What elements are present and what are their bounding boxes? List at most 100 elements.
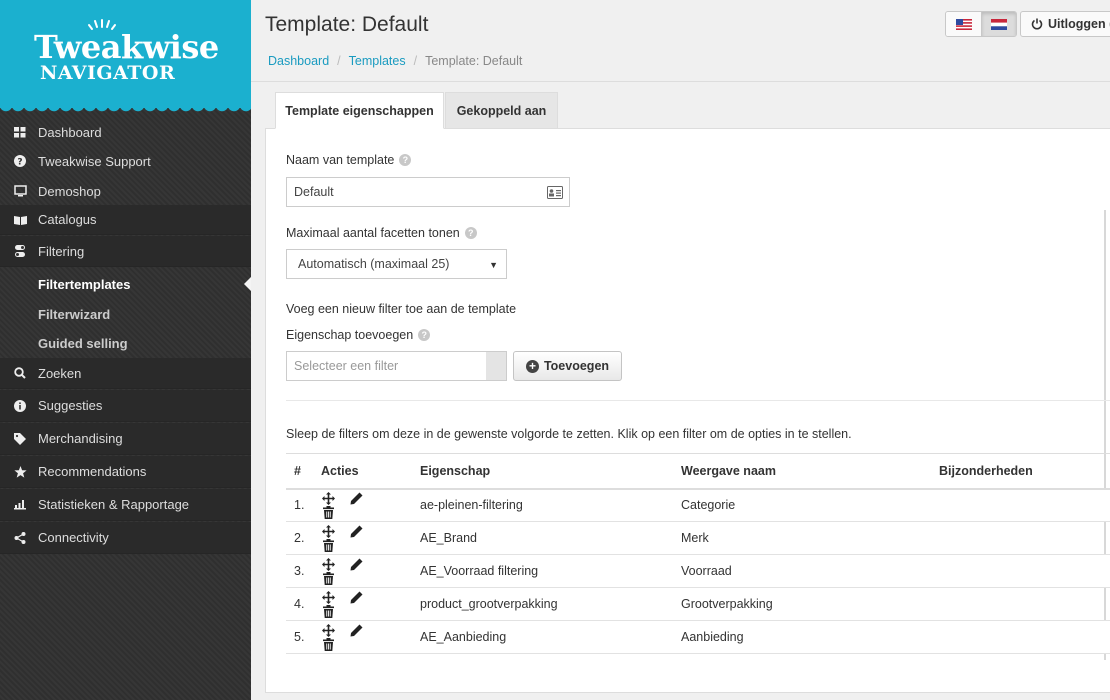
sidebar-item-filterwizard[interactable]: Filterwizard — [0, 300, 251, 328]
edit-pencil-icon[interactable] — [349, 492, 363, 505]
plus-circle-icon: + — [525, 359, 539, 373]
sidebar-item-label: Filtering — [38, 243, 85, 259]
sidebar-item-statistieken[interactable]: Statistieken & Rapportage — [0, 489, 251, 521]
label-text: Eigenschap toevoegen — [286, 328, 414, 342]
row-notes — [931, 488, 1110, 522]
sidebar-item-recommendations[interactable]: Recommendations — [0, 456, 251, 488]
row-number: 5. — [286, 620, 313, 654]
filter-toggle-icon — [11, 244, 29, 258]
trash-icon[interactable] — [321, 506, 335, 520]
label-text: Naam van template — [286, 153, 395, 167]
language-en-button[interactable] — [946, 12, 981, 36]
move-icon[interactable] — [321, 558, 335, 571]
add-filter-intro: Voeg een nieuw filter toe aan de templat… — [286, 302, 516, 316]
row-display-name: Voorraad — [673, 554, 931, 588]
edit-pencil-icon[interactable] — [349, 525, 363, 538]
template-name-input[interactable]: Default — [286, 177, 570, 207]
logo[interactable]: Tweakwise NAVIGATOR — [0, 0, 251, 114]
row-notes — [931, 587, 1110, 621]
move-icon[interactable] — [321, 492, 335, 506]
sidebar-item-label: Demoshop — [38, 183, 101, 199]
row-actions — [313, 521, 412, 555]
breadcrumb-separator: / — [413, 54, 418, 68]
select-value: Automatisch (maximaal 25) — [298, 257, 450, 271]
select-placeholder: Selecteer een filter — [294, 359, 399, 373]
label-text: Maximaal aantal facetten tonen — [286, 226, 460, 240]
sidebar-item-demoshop[interactable]: Demoshop — [0, 177, 251, 205]
input-value: Default — [294, 185, 334, 199]
move-icon[interactable] — [321, 525, 335, 538]
table-row[interactable]: 5. AE_Aanbieding Aanbieding — [286, 620, 1110, 654]
trash-icon[interactable] — [321, 539, 335, 553]
monitor-icon — [11, 184, 29, 198]
row-property: AE_Aanbieding — [412, 620, 673, 654]
sidebar-item-label: Zoeken — [38, 365, 82, 381]
row-actions — [313, 620, 412, 654]
sidebar-item-label: Catalogus — [38, 212, 97, 227]
row-number: 4. — [286, 587, 313, 621]
row-notes — [931, 554, 1110, 588]
sidebar-item-support[interactable]: ? Tweakwise Support — [0, 147, 251, 175]
info-icon — [11, 399, 29, 413]
sidebar-item-label: Tweakwise Support — [38, 153, 151, 169]
table-row[interactable]: 4. product_grootverpakking Grootverpakki… — [286, 587, 1110, 621]
tab-label: Gekoppeld aan — [456, 103, 547, 118]
edit-pencil-icon[interactable] — [349, 558, 363, 571]
help-icon[interactable]: ? — [464, 227, 477, 239]
move-icon[interactable] — [321, 624, 335, 637]
sidebar-item-filtertemplates[interactable]: Filtertemplates — [0, 270, 251, 298]
column-header-property: Eigenschap — [412, 453, 673, 490]
column-header-actions: Acties — [313, 453, 412, 490]
row-display-name: Categorie — [673, 488, 931, 522]
sidebar-item-guided-selling[interactable]: Guided selling — [0, 329, 251, 357]
help-icon[interactable]: ? — [399, 154, 412, 166]
table-row[interactable]: 1. ae-pleinen-filtering Categorie — [286, 488, 1110, 522]
sidebar-item-catalogus[interactable]: Catalogus — [0, 205, 251, 235]
tab-template-eigenschappen[interactable]: Template eigenschappen — [275, 92, 444, 129]
filter-select-input[interactable]: Selecteer een filter — [286, 351, 487, 381]
row-number: 3. — [286, 554, 313, 588]
filter-select-toggle[interactable] — [486, 351, 507, 381]
svg-text:?: ? — [17, 158, 22, 168]
button-label: Toevoegen — [543, 359, 610, 373]
language-nl-button[interactable] — [981, 12, 1016, 36]
template-name-label: Naam van template ? — [286, 153, 412, 167]
sidebar-item-zoeken[interactable]: Zoeken — [0, 358, 251, 389]
sidebar-item-connectivity[interactable]: Connectivity — [0, 522, 251, 554]
max-facets-select[interactable]: Automatisch (maximaal 25) ▼ — [286, 249, 507, 279]
tab-gekoppeld-aan[interactable]: Gekoppeld aan — [445, 92, 558, 129]
row-number: 1. — [286, 488, 313, 522]
row-property: ae-pleinen-filtering — [412, 488, 673, 522]
move-icon[interactable] — [321, 591, 335, 604]
us-flag-icon — [955, 18, 972, 30]
sidebar-item-merchandising[interactable]: Merchandising — [0, 423, 251, 455]
sidebar-item-label: Dashboard — [38, 124, 102, 140]
add-filter-button[interactable]: + Toevoegen — [513, 351, 622, 381]
row-property: product_grootverpakking — [412, 587, 673, 621]
filter-table: # Acties Eigenschap Weergave naam Bijzon… — [286, 453, 1110, 654]
breadcrumb-separator: / — [337, 54, 341, 68]
edit-pencil-icon[interactable] — [349, 591, 363, 604]
edit-pencil-icon[interactable] — [349, 624, 363, 637]
logout-label: Uitloggen ( — [1048, 17, 1110, 31]
trash-icon[interactable] — [321, 605, 335, 619]
sidebar-item-filtering[interactable]: Filtering — [0, 236, 251, 267]
sidebar-item-dashboard[interactable]: Dashboard — [0, 118, 251, 146]
table-row[interactable]: 2. AE_Brand Merk — [286, 521, 1110, 555]
question-icon: ? — [11, 154, 29, 168]
logout-button[interactable]: Uitloggen ( — [1020, 11, 1110, 37]
breadcrumb-dashboard[interactable]: Dashboard — [268, 54, 329, 68]
row-display-name: Aanbieding — [673, 620, 931, 654]
trash-icon[interactable] — [321, 572, 335, 586]
sidebar-item-suggesties[interactable]: Suggesties — [0, 390, 251, 422]
search-icon — [11, 366, 29, 380]
table-row[interactable]: 3. AE_Voorraad filtering Voorraad — [286, 554, 1110, 588]
row-number: 2. — [286, 521, 313, 555]
trash-icon[interactable] — [321, 638, 335, 652]
row-display-name: Merk — [673, 521, 931, 555]
sidebar: Tweakwise NAVIGATOR Dashboard ? Tweakwis… — [0, 0, 251, 700]
column-header-num: # — [286, 453, 313, 490]
breadcrumb-templates[interactable]: Templates — [349, 54, 406, 68]
row-property: AE_Voorraad filtering — [412, 554, 673, 588]
help-icon[interactable]: ? — [418, 329, 431, 341]
